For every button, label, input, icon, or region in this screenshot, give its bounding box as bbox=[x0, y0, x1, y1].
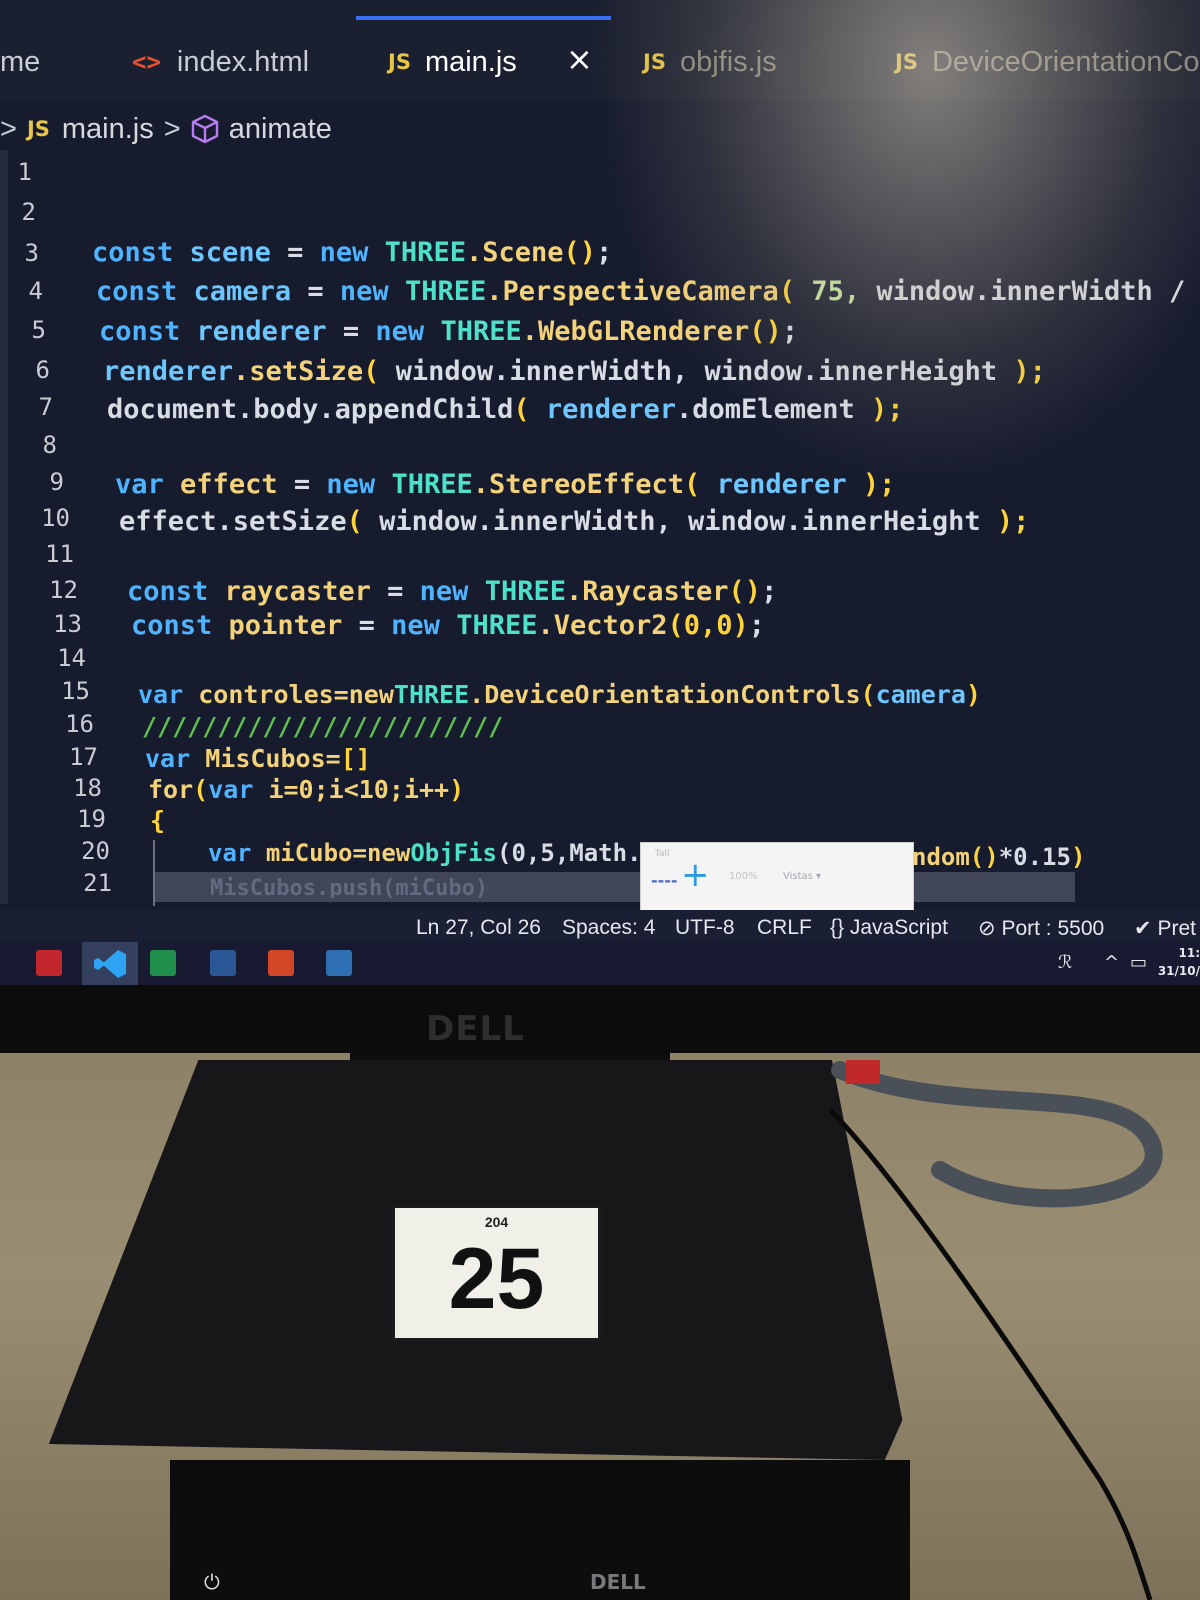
line-number: 1 bbox=[17, 158, 32, 186]
live-server-port[interactable]: ⊘ Port : 5500 bbox=[978, 916, 1104, 941]
vscode-taskbar-button[interactable] bbox=[82, 942, 138, 986]
powerpoint-app-icon[interactable] bbox=[268, 950, 294, 976]
code-line: const camera = new THREE.PerspectiveCame… bbox=[96, 276, 1186, 307]
tab-main-js[interactable]: JS main.js bbox=[388, 36, 517, 88]
remote-desktop-icon[interactable] bbox=[326, 950, 352, 976]
editor-tab-bar: me <> index.html JS main.js × JS objfis.… bbox=[0, 0, 1200, 100]
chevron-right-icon: > bbox=[0, 112, 17, 145]
monitor-bezel bbox=[0, 985, 1200, 1053]
code-line-cut: MisCubos.push(miCubo) bbox=[210, 876, 489, 898]
line-number: 20 bbox=[81, 837, 110, 865]
js-file-icon: JS bbox=[643, 50, 666, 74]
pc-brand-logo: DELL bbox=[590, 1570, 646, 1594]
power-icon[interactable]: ⏻ bbox=[204, 1570, 220, 1594]
desktop-pc bbox=[170, 1460, 910, 1600]
line-number: 18 bbox=[73, 774, 102, 802]
clock[interactable]: 11: 31/10/ bbox=[1158, 944, 1200, 980]
language-mode[interactable]: {} JavaScript bbox=[830, 916, 948, 940]
tab-partial[interactable]: me bbox=[0, 36, 40, 88]
line-number: 17 bbox=[69, 743, 98, 771]
zoom-out-icon[interactable]: ---- bbox=[651, 871, 678, 890]
line-endings[interactable]: CRLF bbox=[757, 916, 812, 940]
code-line: var effect = new THREE.StereoEffect( ren… bbox=[115, 469, 896, 500]
monitor-brand-logo: DELL bbox=[426, 1009, 525, 1049]
line-number: 16 bbox=[65, 710, 94, 738]
js-file-icon: JS bbox=[388, 50, 411, 74]
breadcrumb: > JS main.js > animate bbox=[0, 106, 332, 152]
line-number: 12 bbox=[49, 576, 78, 604]
code-line: var miCubo=newObjFis(0,5,Math.r bbox=[208, 839, 656, 867]
close-icon[interactable]: × bbox=[566, 40, 593, 78]
code-line: var controles=newTHREE.DeviceOrientation… bbox=[138, 680, 981, 709]
code-line: renderer.setSize( window.innerWidth, win… bbox=[103, 356, 1046, 387]
tab-objfis-js[interactable]: JS objfis.js bbox=[643, 36, 777, 88]
line-number: 21 bbox=[83, 869, 112, 897]
code-line: var MisCubos=[] bbox=[145, 744, 371, 773]
line-number: 19 bbox=[77, 805, 106, 833]
html-file-icon: <> bbox=[132, 48, 161, 76]
desk-number-tag: 204 25 bbox=[392, 1205, 601, 1341]
prettier-status[interactable]: ✔ Pret bbox=[1134, 916, 1196, 941]
code-line: effect.setSize( window.innerWidth, windo… bbox=[119, 506, 1030, 537]
network-icon[interactable]: ▭ bbox=[1130, 952, 1147, 973]
views-dropdown[interactable]: Vistas ▾ bbox=[783, 871, 821, 882]
tab-index-html[interactable]: <> index.html bbox=[132, 36, 309, 88]
active-tab-indicator bbox=[356, 16, 611, 20]
vscode-icon bbox=[94, 950, 126, 978]
code-editor[interactable]: 1 2 3 4 5 6 7 8 9 10 11 12 13 14 15 16 1… bbox=[0, 150, 1200, 906]
encoding[interactable]: UTF-8 bbox=[675, 916, 735, 940]
access-app-icon[interactable] bbox=[36, 950, 62, 976]
code-line: const pointer = new THREE.Vector2(0,0); bbox=[131, 610, 766, 641]
people-icon[interactable]: ℛ bbox=[1058, 952, 1072, 973]
breadcrumb-symbol[interactable]: animate bbox=[229, 113, 332, 146]
js-file-icon: JS bbox=[895, 50, 918, 74]
check-icon: ✔ bbox=[1134, 917, 1152, 940]
code-comment: //////////////////////// bbox=[142, 712, 504, 741]
line-number: 10 bbox=[41, 504, 70, 532]
breadcrumb-file[interactable]: main.js bbox=[62, 113, 154, 146]
indentation[interactable]: Spaces: 4 bbox=[562, 916, 655, 940]
line-number: 8 bbox=[42, 431, 57, 459]
zoom-popup[interactable]: Tall ---- + 100% Vistas ▾ bbox=[640, 842, 914, 912]
line-number: 9 bbox=[49, 468, 64, 496]
line-number: 5 bbox=[31, 316, 46, 344]
popup-mini-label: Tall bbox=[655, 849, 670, 859]
code-line: document.body.appendChild( renderer.domE… bbox=[107, 394, 904, 425]
line-number: 14 bbox=[57, 644, 86, 672]
excel-app-icon[interactable] bbox=[150, 950, 176, 976]
method-cube-icon bbox=[191, 114, 218, 144]
code-line: const renderer = new THREE.WebGLRenderer… bbox=[99, 316, 799, 347]
windows-taskbar: ℛ ^ ▭ 11: 31/10/ bbox=[0, 942, 1200, 985]
line-number: 15 bbox=[61, 677, 90, 705]
line-number: 11 bbox=[45, 540, 74, 568]
line-number: 7 bbox=[38, 393, 53, 421]
code-line: const scene = new THREE.Scene(); bbox=[92, 237, 613, 268]
line-number: 2 bbox=[21, 198, 36, 226]
line-number: 6 bbox=[35, 356, 50, 384]
tab-device-orientation[interactable]: JS DeviceOrientationCon bbox=[895, 36, 1200, 88]
chevron-up-icon[interactable]: ^ bbox=[1104, 952, 1119, 973]
js-file-icon: JS bbox=[26, 117, 50, 141]
cursor-position[interactable]: Ln 27, Col 26 bbox=[416, 916, 541, 940]
line-number: 4 bbox=[28, 277, 43, 305]
line-number: 13 bbox=[53, 610, 82, 638]
braces-icon: {} bbox=[830, 916, 845, 939]
code-brace: { bbox=[150, 806, 166, 835]
code-line: for(var i=0;i<10;i++) bbox=[148, 775, 465, 804]
chevron-right-icon: > bbox=[163, 112, 181, 145]
line-number: 3 bbox=[24, 239, 39, 267]
monitor-screen: me <> index.html JS main.js × JS objfis.… bbox=[0, 0, 1200, 985]
code-line: ndom()*0.15) bbox=[912, 843, 1086, 871]
zoom-in-icon[interactable]: + bbox=[681, 855, 710, 895]
zoom-level: 100% bbox=[729, 871, 758, 882]
code-line: const raycaster = new THREE.Raycaster(); bbox=[127, 576, 778, 607]
no-entry-icon: ⊘ bbox=[978, 917, 996, 940]
word-app-icon[interactable] bbox=[210, 950, 236, 976]
